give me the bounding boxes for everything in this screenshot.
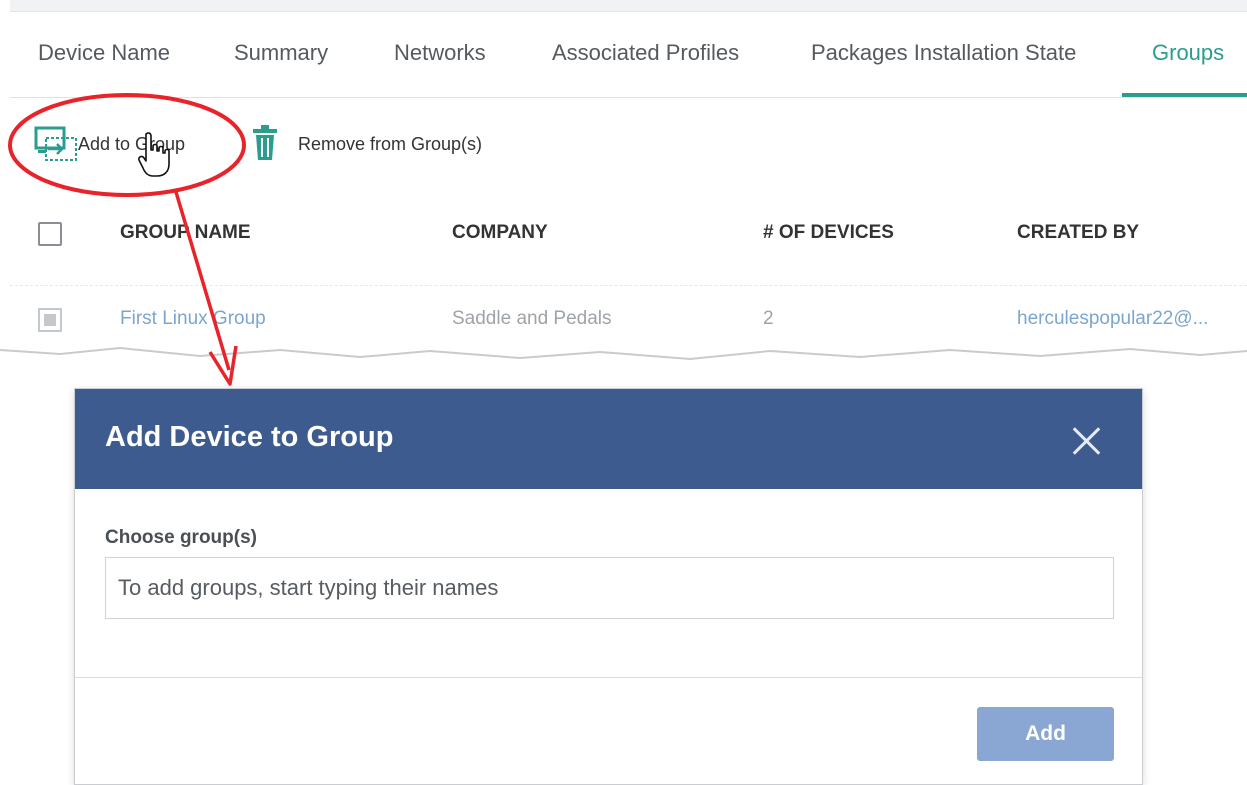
torn-edge <box>0 346 1247 368</box>
choose-groups-label: Choose group(s) <box>105 527 257 548</box>
group-name-link[interactable]: First Linux Group <box>120 308 266 330</box>
company-cell: Saddle and Pedals <box>452 308 612 329</box>
group-search-input[interactable] <box>105 557 1114 619</box>
tab-groups[interactable]: Groups <box>1152 40 1224 66</box>
devices-count-cell: 2 <box>763 308 774 329</box>
remove-from-group-button[interactable]: Remove from Group(s) <box>250 124 482 164</box>
add-button[interactable]: Add <box>977 707 1114 761</box>
column-header-created-by[interactable]: CREATED BY <box>1017 222 1139 244</box>
add-to-group-label: Add to Group <box>78 133 186 154</box>
add-to-group-button[interactable]: Add to Group <box>34 124 185 164</box>
remove-from-group-label: Remove from Group(s) <box>298 133 483 154</box>
tab-packages-installation-state[interactable]: Packages Installation State <box>811 40 1076 66</box>
tab-summary[interactable]: Summary <box>234 40 328 66</box>
add-device-to-group-dialog: Add Device to Group Choose group(s) Add <box>74 388 1143 785</box>
close-icon[interactable] <box>1072 425 1102 455</box>
tab-associated-profiles[interactable]: Associated Profiles <box>552 40 739 66</box>
table-header: GROUP NAME COMPANY # OF DEVICES CREATED … <box>10 188 1247 278</box>
column-header-group-name[interactable]: GROUP NAME <box>120 222 251 244</box>
select-all-checkbox[interactable] <box>38 222 62 246</box>
dialog-divider <box>75 677 1142 678</box>
column-header-company[interactable]: COMPANY <box>452 222 548 244</box>
trash-icon <box>250 124 280 164</box>
tab-device-name[interactable]: Device Name <box>38 40 170 66</box>
tab-bar: Device Name Summary Networks Associated … <box>10 12 1247 98</box>
dialog-header: Add Device to Group <box>75 389 1142 489</box>
created-by-link[interactable]: herculespopular22@... <box>1017 308 1208 330</box>
add-to-group-icon <box>34 124 78 164</box>
toolbar: Add to Group Remove from Group(s) <box>10 98 1247 188</box>
row-checkbox[interactable] <box>38 308 62 332</box>
active-tab-indicator <box>1122 93 1247 97</box>
top-strip <box>10 0 1247 12</box>
column-header-devices[interactable]: # OF DEVICES <box>763 222 894 244</box>
tab-networks[interactable]: Networks <box>394 40 486 66</box>
dialog-title: Add Device to Group <box>105 421 394 453</box>
